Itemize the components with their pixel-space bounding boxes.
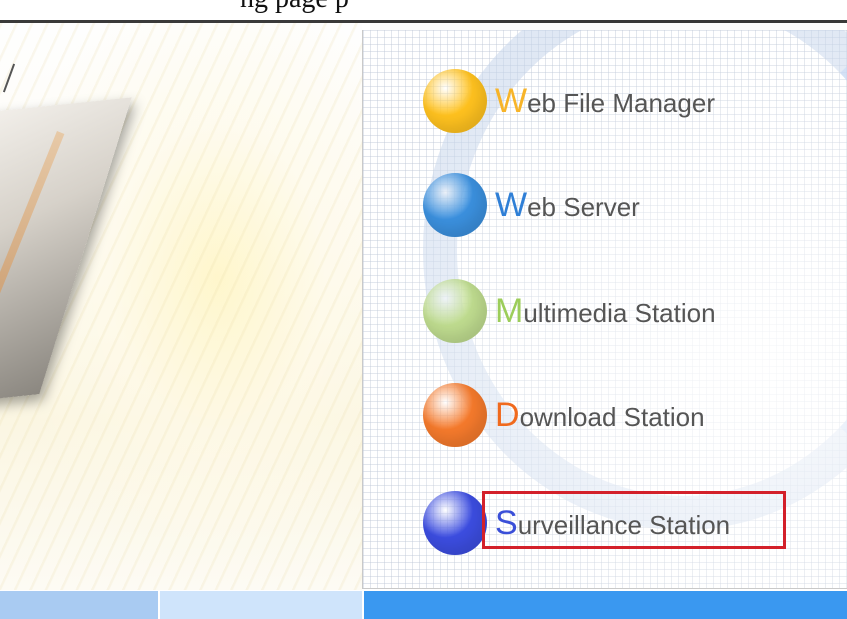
bottom-bar-segment [0,591,158,619]
blue-orb-icon [423,173,487,237]
document-caption-strip: ng page p [0,0,847,22]
bottom-bar [0,591,847,619]
menu-item-web-server[interactable]: Web Server [423,170,823,240]
menu-item-label: Web File Manager [495,82,715,121]
label-rest: ultimedia Station [523,297,716,328]
label-initial: D [495,395,520,434]
bottom-bar-segment [364,591,847,619]
label-rest: eb Server [527,191,640,222]
yellow-orb-icon [423,69,487,133]
label-initial: M [495,291,524,330]
menu-item-download-station[interactable]: Download Station [423,380,823,450]
label-initial: W [495,185,528,224]
label-rest: ownload Station [519,401,705,432]
menu-item-multimedia-station[interactable]: Multimedia Station [423,276,823,346]
bottom-bar-segment [160,591,362,619]
label-rest: eb File Manager [527,87,715,118]
indigo-orb-icon [423,491,487,555]
cut-off-caption-text: ng page p [240,0,349,15]
label-initial: W [495,81,528,120]
menu-item-label: Multimedia Station [495,292,716,331]
selection-highlight-box [482,491,786,549]
menu-item-label: Web Server [495,186,640,225]
decorative-photo [0,23,362,590]
green-orb-icon [423,279,487,343]
menu-item-web-file-manager[interactable]: Web File Manager [423,66,823,136]
menu-item-label: Download Station [495,396,705,435]
orange-orb-icon [423,383,487,447]
